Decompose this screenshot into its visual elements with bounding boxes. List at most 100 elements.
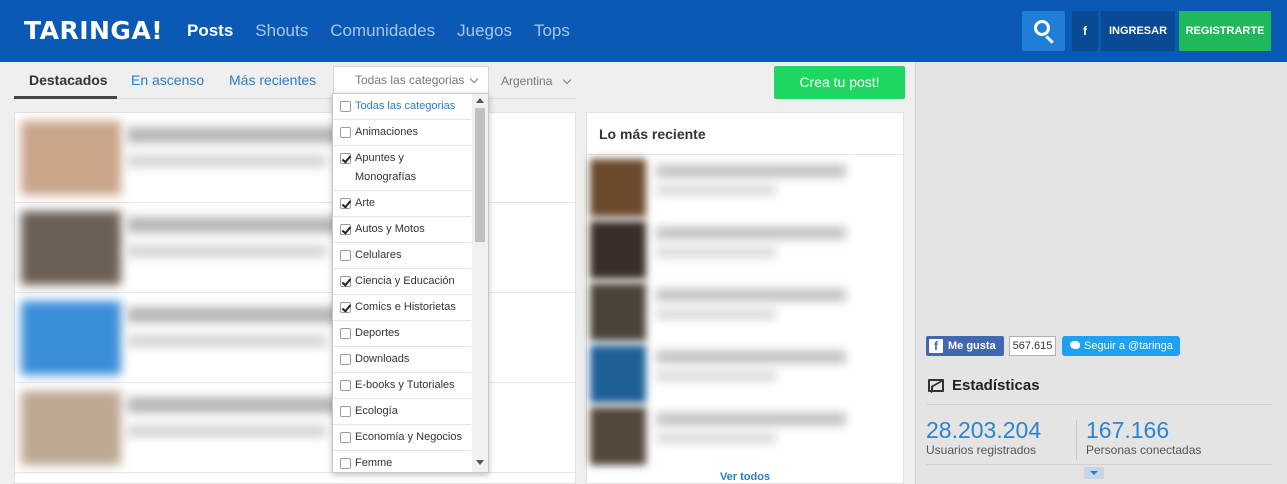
category-checkbox[interactable] — [340, 101, 351, 112]
search-icon — [1034, 20, 1050, 36]
nav-juegos[interactable]: Juegos — [457, 21, 512, 41]
post-thumbnail — [21, 391, 121, 465]
category-checkbox[interactable] — [340, 302, 351, 313]
online-label: Personas conectadas — [1086, 443, 1202, 457]
nav-comunidades[interactable]: Comunidades — [330, 21, 435, 41]
list-item[interactable] — [15, 293, 575, 383]
chevron-down-icon — [469, 74, 479, 84]
category-option-label: Animaciones — [355, 126, 418, 138]
see-all-link[interactable]: Ver todos — [587, 471, 903, 483]
twitter-follow-button[interactable]: Seguir a @taringa — [1062, 336, 1180, 356]
category-option[interactable]: Arte — [333, 191, 471, 217]
category-option[interactable]: Todas las categorias — [333, 94, 471, 120]
nav-tops[interactable]: Tops — [534, 21, 570, 41]
category-option[interactable]: Ecología — [333, 399, 471, 425]
recent-title: Lo más reciente — [599, 126, 706, 142]
category-option-label: Celulares — [355, 249, 402, 261]
scrollbar-thumb[interactable] — [475, 108, 485, 242]
post-thumbnail — [21, 121, 121, 195]
facebook-login-button[interactable]: f — [1072, 11, 1098, 51]
category-option[interactable]: Animaciones — [333, 120, 471, 146]
register-button[interactable]: REGISTRARTE — [1179, 11, 1271, 51]
recent-panel: Lo más reciente Ver todos — [586, 112, 904, 484]
active-tab-indicator — [14, 96, 117, 99]
category-option[interactable]: Autos y Motos — [333, 217, 471, 243]
post-thumbnail — [21, 211, 121, 285]
post-tabs: Destacados En ascenso Más recientes — [14, 62, 576, 99]
scroll-down-icon[interactable] — [476, 460, 484, 465]
category-option[interactable]: Femme — [333, 451, 471, 472]
create-post-button[interactable]: Crea tu post! — [774, 66, 905, 99]
category-option-label: Autos y Motos — [355, 223, 425, 235]
category-option-label: Economía y Negocios — [355, 431, 462, 443]
list-item[interactable] — [590, 157, 903, 219]
category-option[interactable]: E-books y Tutoriales — [333, 373, 471, 399]
category-option[interactable]: Deportes — [333, 321, 471, 347]
like-count: 567.615 — [1009, 336, 1056, 356]
main-nav: Posts Shouts Comunidades Juegos Tops — [187, 21, 592, 41]
taringa-logo[interactable]: TARINGA! — [24, 16, 163, 45]
list-item[interactable] — [590, 343, 903, 405]
category-option-label: Deportes — [355, 327, 400, 339]
stats-title: Estadísticas — [952, 377, 1040, 394]
search-button[interactable] — [1022, 11, 1065, 51]
category-option-label: Ciencia y Educación — [355, 275, 455, 287]
category-select[interactable]: Todas las categorias — [333, 66, 489, 94]
category-dropdown: Todas las categorias Animaciones Apuntes y… — [332, 93, 489, 473]
list-item[interactable] — [590, 219, 903, 281]
nav-shouts[interactable]: Shouts — [255, 21, 308, 41]
category-checkbox[interactable] — [340, 432, 351, 443]
category-option[interactable]: Comics e Historietas — [333, 295, 471, 321]
category-checkbox[interactable] — [340, 250, 351, 261]
category-option-label: Apuntes y Monografías — [355, 152, 417, 183]
category-checkbox[interactable] — [340, 406, 351, 417]
list-item[interactable] — [15, 113, 575, 203]
tab-destacados[interactable]: Destacados — [29, 72, 108, 88]
nav-posts[interactable]: Posts — [187, 21, 233, 41]
expand-stats-button[interactable] — [1084, 467, 1104, 479]
category-checkbox[interactable] — [340, 276, 351, 287]
users-label: Usuarios registrados — [926, 443, 1037, 457]
category-option-label: Arte — [355, 197, 376, 209]
category-checkbox[interactable] — [340, 127, 351, 138]
dropdown-scrollbar[interactable] — [472, 94, 488, 472]
scroll-up-icon[interactable] — [476, 98, 484, 103]
category-option[interactable]: Economía y Negocios — [333, 425, 471, 451]
category-checkbox[interactable] — [340, 354, 351, 365]
top-navbar: TARINGA! Posts Shouts Comunidades Juegos… — [0, 0, 1287, 62]
category-option-label: E-books y Tutoriales — [355, 379, 455, 391]
category-option[interactable]: Celulares — [333, 243, 471, 269]
category-option[interactable]: Apuntes y Monografías — [333, 146, 471, 191]
list-item[interactable] — [15, 203, 575, 293]
list-item[interactable] — [15, 383, 575, 473]
twitter-icon — [1070, 341, 1080, 349]
country-value: Argentina — [501, 74, 553, 88]
post-thumbnail — [21, 301, 121, 375]
online-count: 167.166 — [1086, 417, 1170, 443]
list-item[interactable] — [590, 405, 903, 467]
tab-en-ascenso[interactable]: En ascenso — [131, 72, 204, 88]
category-option[interactable]: Ciencia y Educación — [333, 269, 471, 295]
users-count: 28.203.204 — [926, 417, 1042, 443]
list-item[interactable] — [590, 281, 903, 343]
chart-icon — [928, 379, 944, 392]
category-option-label: Todas las categorias — [355, 100, 456, 112]
category-checkbox[interactable] — [340, 198, 351, 209]
facebook-like-button[interactable]: f Me gusta — [926, 336, 1004, 356]
category-checkbox[interactable] — [340, 380, 351, 391]
category-select-value: Todas las categorias — [355, 73, 465, 87]
category-option-label: Ecología — [355, 405, 398, 417]
category-option-label: Comics e Historietas — [355, 301, 456, 313]
category-option[interactable]: Downloads — [333, 347, 471, 373]
category-checkbox[interactable] — [340, 328, 351, 339]
category-checkbox[interactable] — [340, 224, 351, 235]
category-option-label: Downloads — [355, 353, 410, 365]
category-checkbox[interactable] — [340, 458, 351, 469]
category-checkbox[interactable] — [340, 153, 351, 164]
country-select[interactable]: Argentina — [501, 74, 571, 88]
facebook-icon: f — [929, 339, 943, 353]
post-list — [14, 112, 576, 484]
category-option-label: Femme — [355, 457, 393, 469]
login-button[interactable]: INGRESAR — [1101, 11, 1175, 51]
tab-mas-recientes[interactable]: Más recientes — [229, 72, 316, 88]
